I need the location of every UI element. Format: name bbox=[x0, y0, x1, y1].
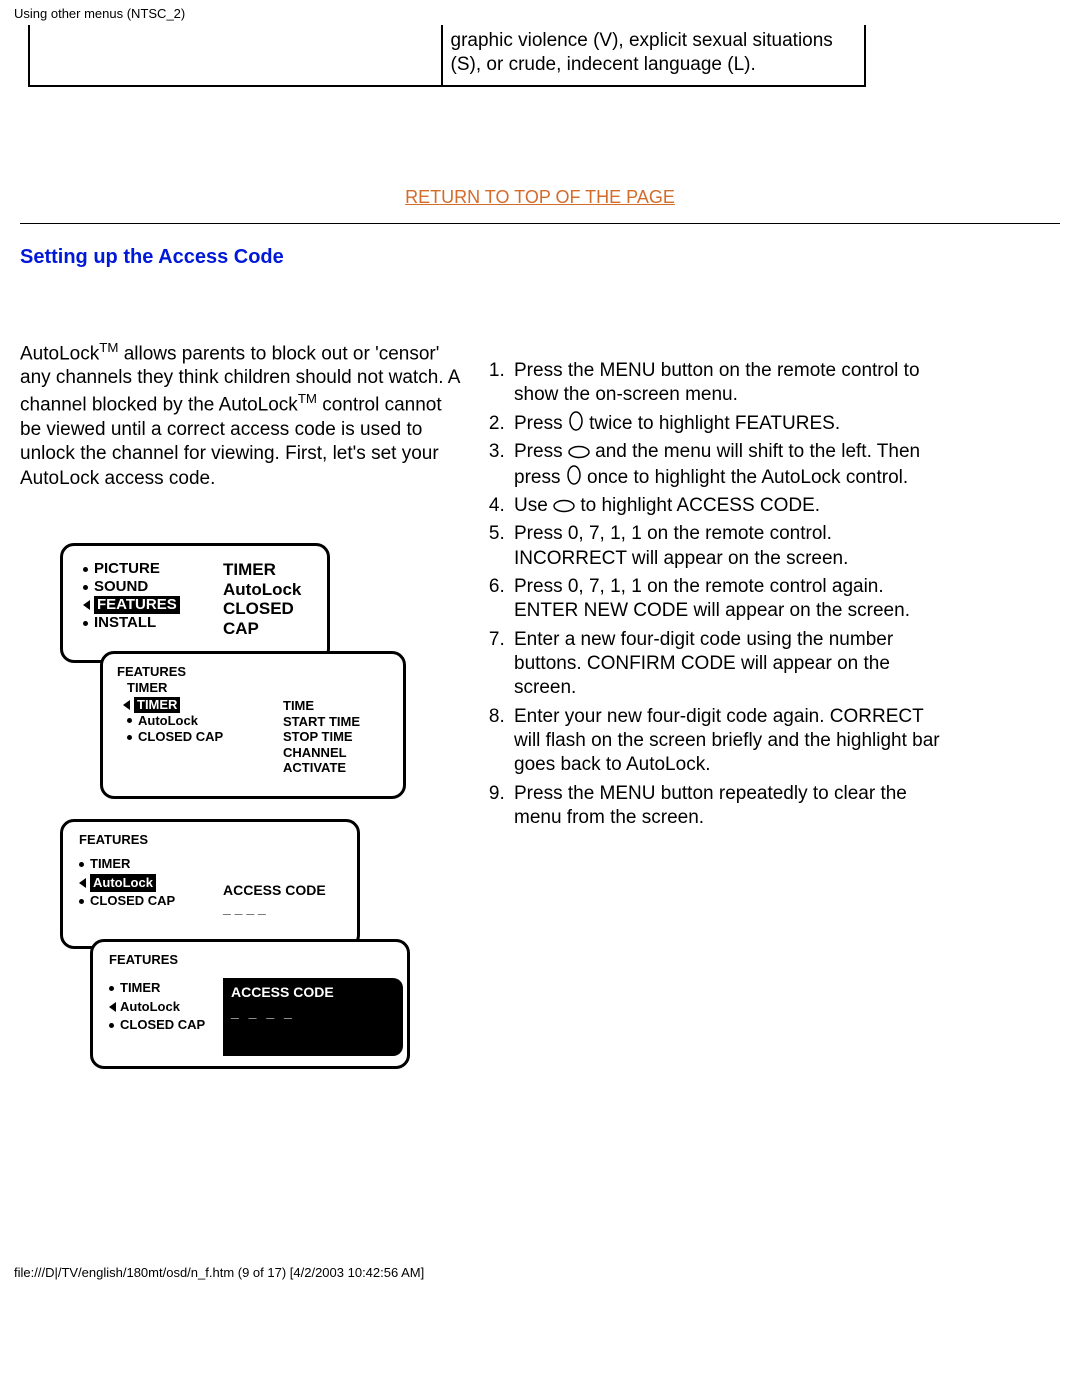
return-to-top-link[interactable]: RETURN TO TOP OF THE PAGE bbox=[405, 187, 675, 207]
osd-closedcap: CLOSED CAP bbox=[223, 599, 327, 638]
osd-timer-hl: TIMER bbox=[134, 697, 180, 713]
osd-autolock: AutoLock bbox=[223, 580, 327, 600]
osd-install: INSTALL bbox=[94, 614, 156, 632]
arrow-icon bbox=[123, 700, 130, 710]
step-3: Press and the menu will shift to the lef… bbox=[510, 440, 940, 490]
step-1: Press the MENU button on the remote cont… bbox=[510, 359, 940, 408]
osd-timer: TIMER bbox=[127, 680, 393, 696]
osd-time: TIME bbox=[283, 698, 360, 714]
osd-illustration: PICTURE SOUND FEATURES INSTALL TIMER Aut… bbox=[60, 543, 420, 1079]
rating-table: graphic violence (V), explicit sexual si… bbox=[28, 25, 866, 87]
step-7: Enter a new four-digit code using the nu… bbox=[510, 628, 940, 701]
step-2a: Press bbox=[514, 413, 568, 434]
step-4a: Use bbox=[514, 495, 553, 516]
osd-autolock-menu: FEATURES TIMER AutoLock CLOSED CAP ACCES… bbox=[60, 819, 360, 949]
osd-closedcap: CLOSED CAP bbox=[120, 1016, 205, 1035]
osd-channel: CHANNEL bbox=[283, 745, 360, 761]
intro-text-1: AutoLock bbox=[20, 343, 99, 364]
osd-activate: ACTIVATE bbox=[283, 760, 360, 776]
rating-right-cell: graphic violence (V), explicit sexual si… bbox=[442, 25, 865, 86]
osd-features-hdr: FEATURES bbox=[117, 664, 393, 680]
step-5: Press 0, 7, 1, 1 on the remote control. … bbox=[510, 522, 940, 571]
step-3a: Press bbox=[514, 441, 568, 462]
osd-stop-time: STOP TIME bbox=[283, 729, 360, 745]
step-9: Press the MENU button repeatedly to clea… bbox=[510, 782, 940, 831]
osd-main-menu: PICTURE SOUND FEATURES INSTALL TIMER Aut… bbox=[60, 543, 330, 663]
osd-features-hl: FEATURES bbox=[94, 596, 180, 614]
divider bbox=[20, 223, 1060, 224]
arrow-icon bbox=[83, 600, 90, 610]
step-2: Press twice to highlight FEATURES. bbox=[510, 411, 940, 436]
steps-list: Press the MENU button on the remote cont… bbox=[480, 359, 940, 831]
osd-features-hdr: FEATURES bbox=[109, 952, 397, 969]
step-2b: twice to highlight FEATURES. bbox=[584, 413, 840, 434]
osd-closedcap: CLOSED CAP bbox=[138, 729, 223, 745]
osd-picture: PICTURE bbox=[94, 560, 160, 578]
osd-dashes: _ _ _ _ bbox=[223, 900, 326, 918]
tm-mark: TM bbox=[99, 340, 118, 355]
osd-dashes-inv: _ _ _ _ bbox=[231, 1004, 395, 1022]
osd-timer: TIMER bbox=[120, 979, 160, 998]
osd-timer: TIMER bbox=[223, 560, 327, 580]
osd-closedcap: CLOSED CAP bbox=[90, 892, 175, 911]
right-oval-icon bbox=[553, 499, 575, 513]
intro-column: AutoLockTM allows parents to block out o… bbox=[20, 339, 460, 1080]
step-4b: to highlight ACCESS CODE. bbox=[575, 495, 820, 516]
right-oval-icon bbox=[568, 445, 590, 459]
down-oval-icon bbox=[566, 465, 582, 485]
page-header: Using other menus (NTSC_2) bbox=[0, 0, 1080, 25]
osd-start-time: START TIME bbox=[283, 714, 360, 730]
osd-sound: SOUND bbox=[94, 578, 148, 596]
steps-column: Press the MENU button on the remote cont… bbox=[480, 339, 940, 835]
osd-autolock-hl: AutoLock bbox=[90, 874, 156, 893]
osd-autolock: AutoLock bbox=[120, 998, 180, 1017]
arrow-icon bbox=[79, 878, 86, 888]
section-title: Setting up the Access Code bbox=[20, 246, 1080, 269]
osd-access-code-menu: FEATURES TIMER AutoLock CLOSED CAP ACCES… bbox=[90, 939, 410, 1069]
tm-mark: TM bbox=[298, 391, 317, 406]
page-footer: file:///D|/TV/english/180mt/osd/n_f.htm … bbox=[0, 1079, 1080, 1286]
osd-features-menu: FEATURES TIMER TIMER AutoLock CLOSED CAP… bbox=[100, 651, 406, 799]
arrow-icon bbox=[109, 1002, 116, 1012]
osd-access-code: ACCESS CODE bbox=[223, 882, 326, 900]
osd-timer: TIMER bbox=[90, 855, 130, 874]
osd-inverse-block: ACCESS CODE _ _ _ _ bbox=[223, 978, 403, 1056]
osd-features-hdr: FEATURES bbox=[79, 832, 347, 849]
osd-access-code-inv: ACCESS CODE bbox=[231, 984, 395, 1002]
osd-autolock: AutoLock bbox=[138, 713, 198, 729]
step-4: Use to highlight ACCESS CODE. bbox=[510, 494, 940, 518]
down-oval-icon bbox=[568, 411, 584, 431]
step-3c: once to highlight the AutoLock control. bbox=[582, 467, 908, 488]
step-6: Press 0, 7, 1, 1 on the remote control a… bbox=[510, 575, 940, 624]
rating-left-cell bbox=[29, 25, 442, 86]
step-8: Enter your new four-digit code again. CO… bbox=[510, 705, 940, 778]
